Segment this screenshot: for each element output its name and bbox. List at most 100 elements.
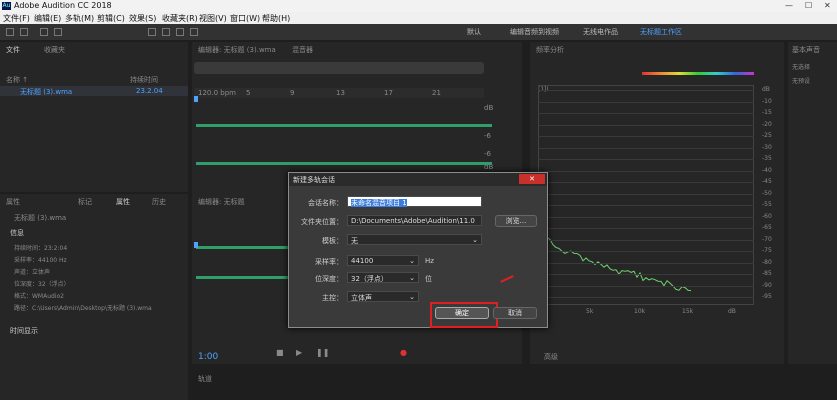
y-tick: -60 bbox=[762, 213, 772, 220]
info-channels: 声道：立体声 bbox=[14, 267, 50, 276]
menu-edit[interactable]: 编辑(E) bbox=[34, 13, 61, 24]
record-icon[interactable]: ● bbox=[400, 348, 407, 357]
grid-line bbox=[538, 148, 754, 149]
menu-multitrack[interactable]: 多轨(M) bbox=[65, 13, 94, 24]
menu-file[interactable]: 文件(F) bbox=[3, 13, 30, 24]
channel-color-strip bbox=[642, 72, 754, 75]
info-path: 路径：C:\Users\Admin\Desktop\无标题 (3).wma bbox=[14, 303, 152, 312]
timeline-ruler[interactable]: 120.0 bpm 5 9 13 17 21 bbox=[194, 88, 484, 98]
session-name-label: 会话名称： bbox=[289, 198, 343, 208]
waveform-view-icon[interactable] bbox=[6, 28, 14, 36]
time-selection-icon[interactable] bbox=[190, 28, 198, 36]
y-tick: -65 bbox=[762, 224, 772, 231]
grid-line bbox=[538, 286, 754, 287]
time-display-section[interactable]: 时间显示 bbox=[10, 326, 38, 336]
minimize-button[interactable]: — bbox=[785, 1, 793, 10]
template-value: 无 bbox=[351, 237, 358, 245]
menu-help[interactable]: 帮助(H) bbox=[262, 13, 290, 24]
folder-field[interactable]: D:\Documents\Adobe\Audition\11.0 bbox=[347, 215, 482, 226]
info-section[interactable]: 信息 bbox=[10, 228, 24, 238]
maximize-button[interactable]: ☐ bbox=[805, 1, 812, 10]
y-tick: -10 bbox=[762, 98, 772, 105]
col-duration[interactable]: 持续时间 bbox=[130, 75, 158, 85]
menu-effects[interactable]: 效果(S) bbox=[129, 13, 156, 24]
y-tick: dB bbox=[762, 86, 770, 93]
advanced-section[interactable]: 高级 bbox=[544, 352, 558, 362]
ruler-tick: 5 bbox=[246, 89, 250, 97]
spectrum-curve bbox=[538, 85, 754, 305]
tab-files[interactable]: 文件 bbox=[6, 45, 20, 55]
master-select[interactable]: 立体声 ⌄ bbox=[347, 291, 419, 302]
pause-icon[interactable]: ❚❚ bbox=[316, 348, 329, 357]
menu-window[interactable]: 窗口(W) bbox=[230, 13, 260, 24]
template-select[interactable]: 无 ⌄ bbox=[347, 234, 482, 245]
essential-item[interactable]: 无选择 bbox=[792, 62, 810, 71]
x-tick: 10k bbox=[634, 308, 645, 315]
bit-depth-label: 位深度： bbox=[289, 274, 343, 284]
tab-properties[interactable]: 属性 bbox=[6, 197, 20, 207]
slip-tool-icon[interactable] bbox=[176, 28, 184, 36]
bit-unit: 位 bbox=[425, 274, 432, 284]
close-button[interactable]: ✕ bbox=[824, 1, 831, 10]
bpm-label: 120.0 bpm bbox=[198, 89, 236, 97]
playhead-marker[interactable] bbox=[194, 96, 198, 102]
workspace-video[interactable]: 编辑音频到视频 bbox=[510, 27, 559, 37]
frequency-title: 频率分析 bbox=[536, 45, 564, 55]
dialog-close-button[interactable]: ✕ bbox=[519, 174, 545, 184]
grid-line bbox=[538, 90, 754, 91]
menu-clip[interactable]: 剪辑(C) bbox=[97, 13, 125, 24]
grid-line bbox=[538, 205, 754, 206]
razor-tool-icon[interactable] bbox=[162, 28, 170, 36]
menu-view[interactable]: 视图(V) bbox=[199, 13, 227, 24]
menu-favorites[interactable]: 收藏夹(R) bbox=[162, 13, 198, 24]
ruler-tick: 21 bbox=[432, 89, 441, 97]
multitrack-view-icon[interactable] bbox=[20, 28, 28, 36]
spectral-icon[interactable] bbox=[40, 28, 48, 36]
essential-sound-panel: 基本声音 无选择 无预设 bbox=[788, 42, 837, 364]
workspace-radio[interactable]: 无线电作品 bbox=[583, 27, 618, 37]
tab-editor[interactable]: 编辑器: 无标题 (3).wma bbox=[198, 45, 276, 55]
y-tick: -55 bbox=[762, 201, 772, 208]
tab-history[interactable]: 历史 bbox=[152, 197, 166, 207]
tab-properties-active[interactable]: 属性 bbox=[116, 197, 130, 207]
essential-title: 基本声音 bbox=[792, 45, 820, 55]
y-tick: -25 bbox=[762, 132, 772, 139]
session-name-value: 未命名混音项目 1 bbox=[351, 199, 407, 207]
grid-line bbox=[538, 274, 754, 275]
properties-panel: 属性 标记 属性 历史 无标题 (3).wma 信息 持续时间：23:2:04 … bbox=[0, 194, 188, 400]
tab-favorites[interactable]: 收藏夹 bbox=[44, 45, 65, 55]
folder-value: D:\Documents\Adobe\Audition\11.0 bbox=[351, 217, 475, 225]
essential-item[interactable]: 无预设 bbox=[792, 76, 810, 85]
info-format: 格式：WMAudio2 bbox=[14, 291, 64, 300]
menu-bar: 文件(F) 编辑(E) 多轨(M) 剪辑(C) 效果(S) 收藏夹(R) 视图(… bbox=[0, 12, 837, 24]
file-name: 无标题 (3).wma bbox=[20, 87, 72, 97]
y-tick: -45 bbox=[762, 178, 772, 185]
workspace-untitled[interactable]: 无标题工作区 bbox=[640, 27, 682, 37]
tab-mixer[interactable]: 混音器 bbox=[292, 45, 313, 55]
col-name[interactable]: 名称 ↑ bbox=[6, 75, 28, 85]
pitch-icon[interactable] bbox=[54, 28, 62, 36]
overview-bar[interactable] bbox=[194, 62, 484, 74]
play-icon[interactable]: ▶ bbox=[296, 348, 302, 357]
transport-controls: ■ ▶ ❚❚ ● bbox=[270, 348, 500, 360]
playhead-marker[interactable] bbox=[194, 242, 198, 248]
cancel-button[interactable]: 取消 bbox=[493, 307, 537, 319]
bit-depth-select[interactable]: 32（浮点） ⌄ bbox=[347, 272, 419, 283]
grid-line bbox=[538, 182, 754, 183]
tab-markers[interactable]: 标记 bbox=[78, 197, 92, 207]
session-name-field[interactable]: 未命名混音项目 1 bbox=[347, 196, 482, 207]
workspace-default[interactable]: 默认 bbox=[467, 27, 481, 37]
browse-button[interactable]: 浏览... bbox=[495, 215, 537, 227]
grid-line bbox=[538, 194, 754, 195]
grid-line bbox=[538, 113, 754, 114]
window-title: Adobe Audition CC 2018 bbox=[14, 1, 112, 10]
stop-icon[interactable]: ■ bbox=[276, 348, 284, 357]
master-label: 主控： bbox=[289, 293, 343, 303]
audition-logo-icon: Au bbox=[2, 2, 11, 10]
sample-rate-select[interactable]: 44100 ⌄ bbox=[347, 255, 419, 266]
ok-button[interactable]: 确定 bbox=[435, 307, 489, 319]
move-tool-icon[interactable] bbox=[148, 28, 156, 36]
y-tick: -20 bbox=[762, 121, 772, 128]
file-row[interactable]: 无标题 (3).wma 23.2.04 bbox=[0, 86, 188, 96]
mixer-tab[interactable]: 编辑器: 无标题 bbox=[198, 197, 245, 207]
